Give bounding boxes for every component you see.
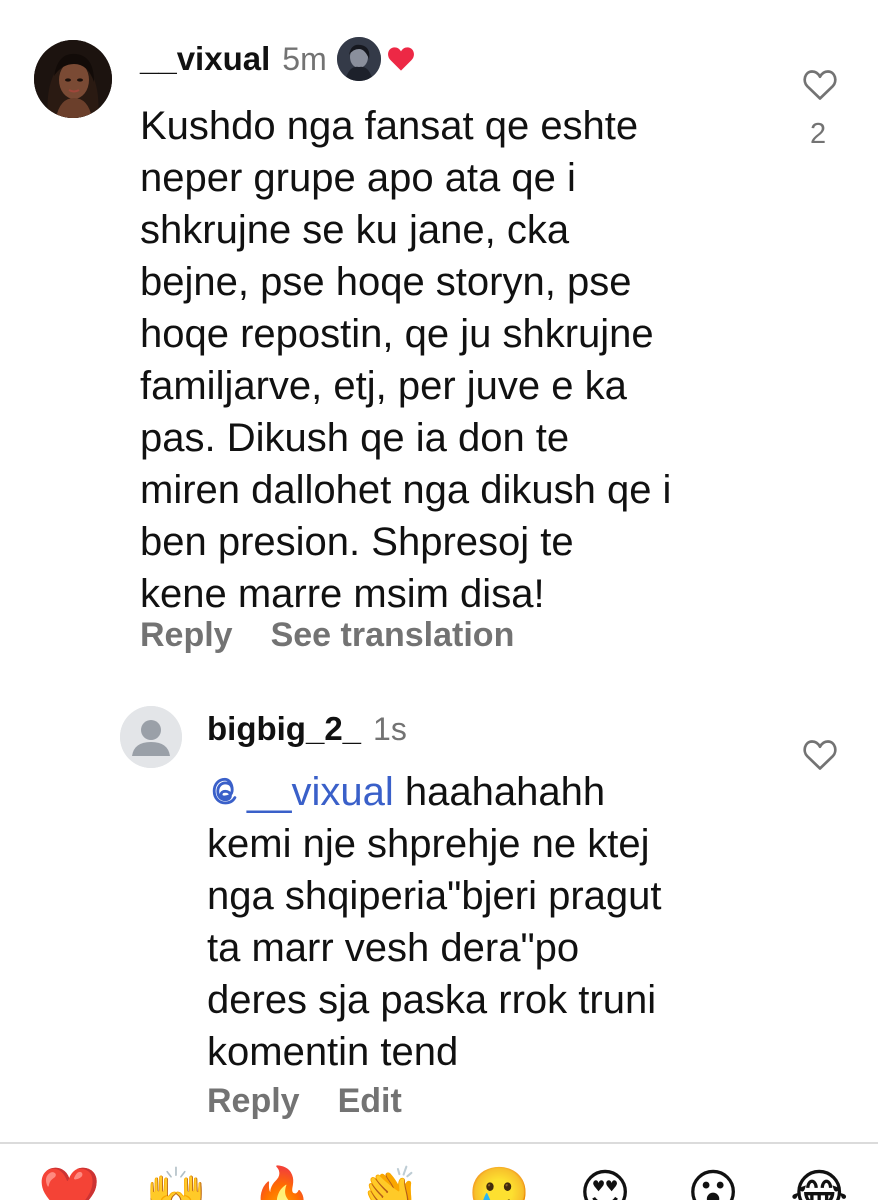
reply-reply-button[interactable]: Reply: [207, 1082, 300, 1121]
emoji-clap[interactable]: 👏: [358, 1164, 420, 1200]
reply-text: __vixual haahahahh kemi nje shprehje ne …: [207, 766, 807, 1078]
emoji-joy[interactable]: 😂: [790, 1164, 848, 1200]
avatar[interactable]: [34, 40, 112, 118]
reply-avatar[interactable]: [120, 706, 182, 768]
reply-header: bigbig_2_ 1s: [207, 710, 407, 748]
see-translation-button[interactable]: See translation: [271, 616, 515, 655]
divider: [0, 1142, 878, 1144]
emoji-raised-hands[interactable]: 🙌: [145, 1164, 207, 1200]
reply-text-first-line: haahahahh: [393, 770, 606, 814]
threads-icon: [212, 777, 237, 805]
emoji-open-mouth[interactable]: 😮: [684, 1164, 742, 1200]
reply-text-rest: kemi nje shprehje ne ktej nga shqiperia"…: [207, 822, 662, 1074]
reply-actions: Reply Edit: [207, 1082, 440, 1121]
reaction-bar: ❤️ 🙌 🔥 👏 🥲 😍 😮 😂: [0, 1152, 878, 1200]
emoji-heart[interactable]: ❤️: [38, 1164, 100, 1200]
like-count: 2: [810, 118, 827, 150]
comment-timestamp: 5m: [282, 40, 327, 77]
mention-username[interactable]: __vixual: [247, 770, 394, 814]
reply-like-heart-icon[interactable]: [802, 738, 838, 772]
comment-actions: Reply See translation: [140, 616, 552, 655]
story-thumbnail-icon[interactable]: [336, 37, 381, 81]
reply-username[interactable]: bigbig_2_: [207, 710, 361, 748]
creator-liked-heart-icon: [387, 47, 414, 71]
reply-button[interactable]: Reply: [140, 616, 233, 655]
emoji-smiling-tear[interactable]: 🥲: [468, 1164, 530, 1200]
reply-timestamp: 1s: [373, 710, 407, 747]
edit-button[interactable]: Edit: [338, 1082, 402, 1121]
mention-link[interactable]: __vixual: [207, 770, 394, 814]
emoji-heart-eyes[interactable]: 😍: [576, 1164, 634, 1200]
emoji-fire[interactable]: 🔥: [251, 1164, 313, 1200]
comment-text: Kushdo nga fansat qe eshte neper grupe a…: [140, 104, 672, 616]
comment-username[interactable]: __vixual: [140, 40, 270, 78]
like-heart-icon[interactable]: [802, 68, 838, 102]
comment-header: __vixual 5m: [140, 37, 415, 81]
